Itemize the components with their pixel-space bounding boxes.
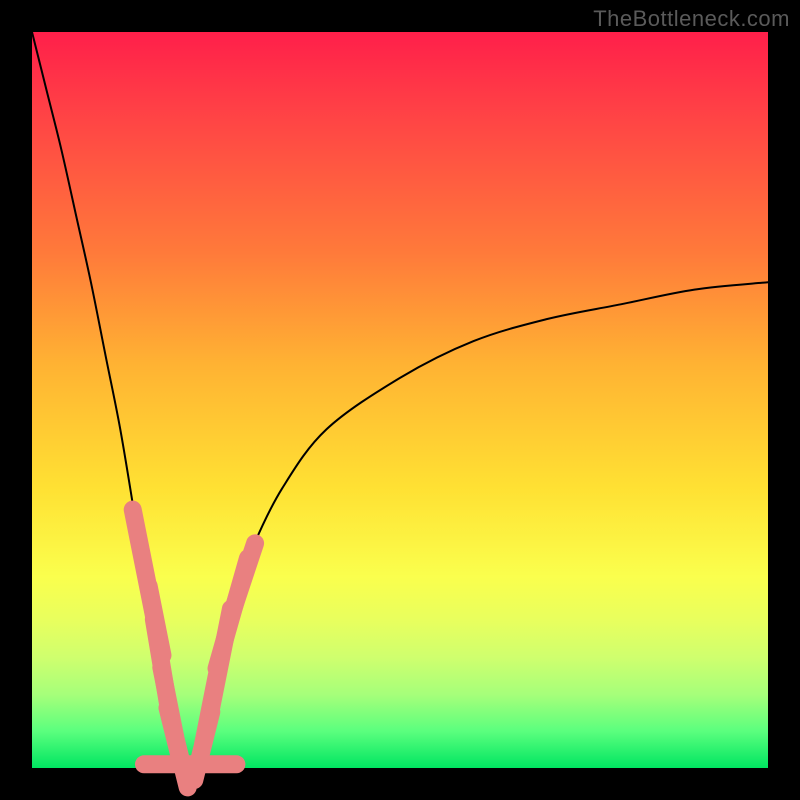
marker-group: [122, 499, 266, 798]
curve-layer: [32, 32, 768, 768]
plot-area: [32, 32, 768, 768]
marker-pill: [222, 532, 267, 621]
chart-frame: TheBottleneck.com: [0, 0, 800, 800]
bottleneck-curve: [32, 32, 768, 767]
watermark-text: TheBottleneck.com: [593, 6, 790, 32]
